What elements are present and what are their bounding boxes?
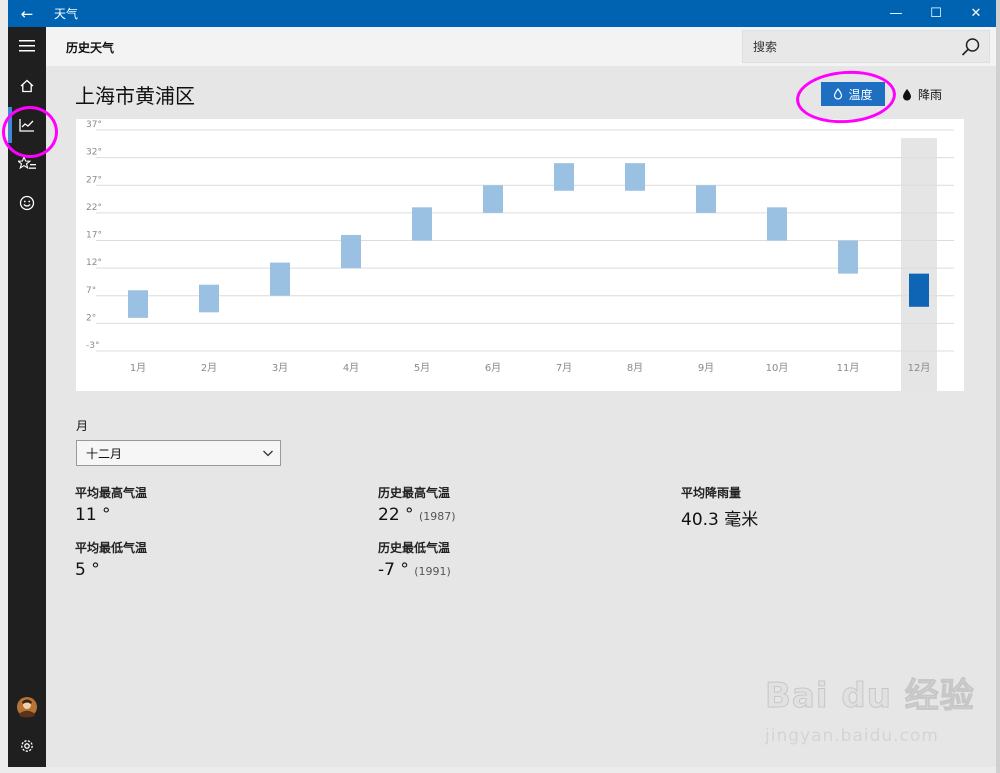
location-title: 上海市黄浦区: [75, 84, 195, 108]
window-title: 天气: [54, 7, 79, 21]
stat-record-high: 历史最高气温 22 ° (1987): [378, 484, 456, 525]
x-tick-label: 5月: [414, 362, 430, 374]
temperature-bar: [767, 207, 787, 241]
watermark: Bai du 经验 jingyan.baidu.com: [765, 668, 975, 753]
y-tick-label: 37°: [86, 120, 102, 130]
temperature-bar: [483, 185, 503, 213]
selected-month-band: [901, 138, 937, 391]
stat-avg-low-label: 平均最低气温: [75, 541, 148, 555]
y-tick-label: 32°: [86, 148, 102, 158]
temperature-bar: [838, 240, 858, 274]
page-title: 历史天气: [66, 41, 115, 55]
settings-button[interactable]: [8, 727, 46, 765]
y-tick-label: -3°: [86, 341, 99, 351]
temperature-bar: [199, 284, 219, 313]
close-icon: ✕: [970, 6, 982, 21]
stat-avg-high-label: 平均最高气温: [75, 486, 148, 500]
precipitation-toggle-label: 降雨: [918, 87, 943, 102]
hamburger-icon: [19, 40, 35, 52]
stat-record-low-label: 历史最低气温: [378, 541, 451, 555]
month-label: 月: [76, 419, 89, 433]
y-tick-label: 27°: [86, 175, 102, 185]
page-header: 历史天气: [46, 27, 996, 66]
minimize-button[interactable]: —: [876, 0, 916, 27]
sidebar-item-forecast[interactable]: [8, 67, 46, 105]
temperature-chart: 37° 32° 27° 22° 17° 12° 7° 2° -3° 1月 2月 3月 4月 5月 6月 7月 8…: [76, 119, 964, 391]
stat-record-low-value: -7 °: [378, 560, 409, 580]
precipitation-toggle-button[interactable]: 降雨: [902, 82, 942, 106]
y-tick-label: 2°: [86, 313, 96, 323]
chart-canvas: 37° 32° 27° 22° 17° 12° 7° 2° -3° 1月 2月 3月 4月 5月 6月 7月 8…: [86, 120, 954, 391]
search-icon[interactable]: [961, 37, 981, 57]
stat-record-high-year: (1987): [418, 510, 456, 523]
sidebar-item-feedback[interactable]: [8, 184, 46, 222]
star-list-icon: [18, 156, 36, 170]
stat-avg-low-value: 5 °: [75, 560, 100, 580]
x-tick-label: 11月: [837, 362, 860, 374]
chevron-down-icon: [263, 450, 273, 457]
smiley-icon: [19, 195, 35, 211]
close-button[interactable]: ✕: [956, 0, 996, 27]
stat-avg-high: 平均最高气温 11 °: [75, 484, 147, 525]
search-box: [742, 30, 990, 63]
main-content: 上海市黄浦区 温度 降雨 37° 32° 27° 22° 17° 12° 7° 2° -3° 1月…: [46, 66, 996, 767]
back-button[interactable]: ←: [8, 0, 46, 27]
stat-avg-rain-label: 平均降雨量: [681, 486, 742, 500]
hamburger-menu-button[interactable]: [8, 27, 46, 65]
minimize-icon: —: [889, 6, 903, 21]
x-tick-label: 9月: [698, 362, 714, 374]
y-tick-label: 12°: [86, 258, 102, 268]
stat-avg-rain: 平均降雨量 40.3 毫米: [681, 484, 758, 530]
temperature-bar: [341, 234, 361, 269]
maximize-icon: ☐: [930, 6, 942, 21]
maximize-button[interactable]: ☐: [916, 0, 956, 27]
month-dropdown[interactable]: 十二月: [76, 440, 281, 466]
stat-avg-rain-value: 40.3 毫米: [681, 510, 759, 530]
title-bar: ← 天气 — ☐ ✕: [8, 0, 996, 27]
search-input[interactable]: [743, 31, 953, 62]
temperature-bar: [128, 290, 148, 318]
month-dropdown-value: 十二月: [86, 446, 123, 461]
x-tick-label: 6月: [485, 362, 501, 374]
annotation-circle-sidebar: [2, 106, 58, 158]
avatar: [17, 697, 37, 718]
stat-record-high-label: 历史最高气温: [378, 486, 451, 500]
account-button[interactable]: [8, 688, 46, 726]
watermark-url: jingyan.baidu.com: [765, 726, 939, 746]
temperature-bar: [909, 273, 929, 307]
x-tick-label: 8月: [627, 362, 643, 374]
stat-record-low: 历史最低气温 -7 ° (1991): [378, 539, 451, 580]
home-icon: [20, 79, 34, 93]
stat-record-low-year: (1991): [414, 565, 451, 578]
y-tick-label: 22°: [86, 203, 102, 213]
temperature-bar: [412, 207, 432, 241]
gear-icon: [21, 740, 33, 752]
temperature-bar: [270, 262, 290, 296]
stat-avg-low: 平均最低气温 5 °: [75, 539, 147, 580]
temperature-bar: [696, 185, 716, 213]
x-tick-label: 2月: [201, 362, 217, 374]
x-tick-label: 10月: [766, 362, 789, 374]
back-arrow-icon: ←: [20, 4, 34, 23]
watermark-logo: Bai du 经验: [765, 676, 975, 717]
temperature-bar: [554, 163, 574, 191]
stat-record-high-value: 22 °: [378, 505, 414, 525]
stat-avg-high-value: 11 °: [75, 505, 111, 525]
x-tick-label: 4月: [343, 362, 359, 374]
background-window-edge: [996, 0, 1000, 773]
droplet-icon: [903, 88, 911, 100]
temperature-bar: [625, 163, 645, 191]
y-tick-label: 17°: [86, 231, 102, 241]
x-tick-label: 12月: [908, 362, 931, 374]
y-tick-label: 7°: [86, 286, 96, 296]
x-tick-label: 3月: [272, 362, 288, 374]
x-tick-label: 7月: [556, 362, 572, 374]
x-tick-label: 1月: [130, 362, 146, 374]
